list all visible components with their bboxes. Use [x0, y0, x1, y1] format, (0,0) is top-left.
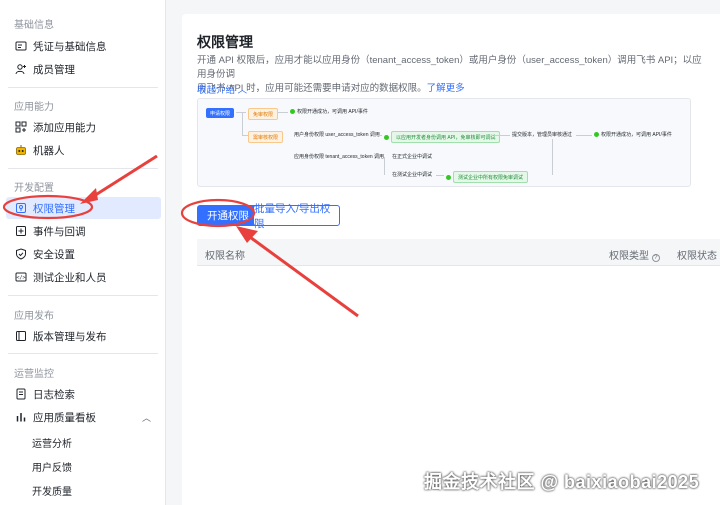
group-title-capabilities: 应用能力 [14, 102, 54, 113]
sidebar-item-label: 事件与回调 [33, 225, 86, 238]
sidebar-item-bot[interactable]: 机器人 [6, 139, 161, 161]
svg-text:</>: </> [16, 275, 25, 281]
collapse-intro-toggle[interactable]: 收起介绍 ︿ [197, 82, 247, 96]
divider [8, 168, 158, 169]
page-title: 权限管理 [197, 34, 253, 50]
sidebar-subitem-dev-quality[interactable]: 开发质量 [32, 483, 72, 498]
success-check-icon [290, 109, 295, 114]
sidebar-item-label: 应用质量看板 [33, 411, 96, 424]
flow-line [576, 135, 592, 136]
id-card-icon [15, 40, 27, 52]
group-title-basic: 基础信息 [14, 20, 54, 31]
permission-table-header: 权限名称 权限类型 ? 权限状态 [197, 239, 720, 266]
success-text-2: 权限开通成功，可调用 API/事件 [601, 132, 672, 138]
flow-line [242, 135, 248, 136]
test-icon: </> [15, 271, 27, 283]
collapse-intro-label: 收起介绍 [197, 85, 236, 96]
sidebar-item-events[interactable]: 事件与回调 [6, 220, 161, 242]
sidebar-item-label: 机器人 [33, 144, 65, 157]
divider [8, 87, 158, 88]
column-header-status: 权限状态 [677, 251, 717, 262]
enable-permission-button[interactable]: 开通权限 [197, 205, 259, 226]
sidebar-subitem-feedback[interactable]: 用户反馈 [32, 459, 72, 474]
sidebar-item-logs[interactable]: 日志检索 [6, 383, 161, 405]
sidebar-item-label: 添加应用能力 [33, 121, 96, 134]
sidebar-item-members[interactable]: 成员管理 [6, 58, 161, 80]
needs-review-tag: 需审核权限 [248, 131, 284, 143]
sidebar-item-add-capability[interactable]: 添加应用能力 [6, 116, 161, 138]
debug-check-icon [384, 134, 389, 140]
flow-line [384, 157, 385, 175]
sidebar-item-label: 测试企业和人员 [33, 271, 107, 284]
key-icon [15, 202, 27, 214]
sidebar-item-label: 凭证与基础信息 [33, 40, 107, 53]
user-token-text: 用户身份权限 user_access_token 调用 [294, 132, 380, 138]
sidebar-item-quality-board[interactable]: 应用质量看板 ︿ [6, 406, 161, 428]
sidebar-item-label: 日志检索 [33, 388, 75, 401]
robot-icon [15, 144, 27, 156]
debug-text: 以应用开发者身份调用 API，免审核即可调试 [391, 131, 501, 143]
group-title-release: 应用发布 [14, 311, 54, 322]
submit-text: 提交版本，管理员审核通过 [512, 132, 573, 138]
sidebar-item-versions[interactable]: 版本管理与发布 [6, 325, 161, 347]
group-title-monitoring: 运营监控 [14, 369, 54, 380]
user-add-icon [15, 63, 27, 75]
watermark: 掘金技术社区 @ baixiaobai2025 [424, 472, 700, 492]
flow-line [236, 112, 246, 113]
formal-debug-text: 在正式企业中调试 [392, 154, 433, 160]
page-description: 开通 API 权限后，应用才能以应用身份（tenant_access_token… [197, 54, 707, 96]
batch-import-export-button[interactable]: 批量导入/导出权限 [253, 203, 340, 230]
shield-icon [15, 248, 27, 260]
sidebar: 基础信息 凭证与基础信息 成员管理 应用能力 添加应用能力 机器人 开发配置 权… [0, 0, 166, 505]
test-free-check-icon [446, 174, 451, 180]
app-token-text: 应用身份权限 tenant_access_token 调用 [294, 154, 385, 160]
sidebar-subitem-ops-analysis[interactable]: 运营分析 [32, 435, 72, 450]
apply-permission-tag: 申请权限 [206, 108, 235, 118]
flow-line [242, 112, 243, 135]
log-icon [15, 388, 27, 400]
apps-add-icon [15, 121, 27, 133]
success-text: 权限开通成功，可调用 API/事件 [297, 109, 368, 115]
divider [8, 295, 158, 296]
column-header-name: 权限名称 [205, 251, 245, 262]
sidebar-item-label: 版本管理与发布 [33, 330, 107, 343]
group-title-dev-config: 开发配置 [14, 183, 54, 194]
chart-icon [15, 411, 27, 423]
test-free-text: 测试企业中所有权限免审调试 [453, 171, 529, 183]
learn-more-link[interactable]: 了解更多 [427, 83, 465, 94]
flow-line [552, 139, 553, 175]
column-header-type-label: 权限类型 [609, 251, 649, 262]
no-review-tag: 免审权限 [248, 108, 279, 120]
sidebar-item-label: 权限管理 [33, 202, 75, 215]
permission-flow-diagram: 申请权限 免审权限 权限开通成功，可调用 API/事件 需审核权限 用户身份权限… [197, 98, 691, 187]
test-enterprise-debug-text: 在测试企业中调试 [392, 172, 433, 178]
success-check-icon-2 [594, 132, 599, 137]
main-panel: 权限管理 开通 API 权限后，应用才能以应用身份（tenant_access_… [182, 14, 720, 505]
divider [8, 353, 158, 354]
column-header-type: 权限类型 ? [609, 247, 660, 262]
sidebar-item-label: 安全设置 [33, 248, 75, 261]
flow-line [436, 175, 444, 176]
version-icon [15, 330, 27, 342]
sidebar-item-test-enterprise[interactable]: </> 测试企业和人员 [6, 266, 161, 288]
sidebar-item-security[interactable]: 安全设置 [6, 243, 161, 265]
description-line-1: 开通 API 权限后，应用才能以应用身份（tenant_access_token… [197, 55, 702, 80]
flow-line [278, 112, 288, 113]
flow-line [494, 135, 510, 136]
chevron-up-icon: ︿ [237, 85, 248, 96]
chevron-up-icon[interactable]: ︿ [142, 411, 151, 424]
sidebar-item-permissions[interactable]: 权限管理 [6, 197, 161, 219]
flow-line [374, 135, 382, 136]
event-icon [15, 225, 27, 237]
sidebar-item-label: 成员管理 [33, 63, 75, 76]
help-icon[interactable]: ? [651, 254, 660, 262]
sidebar-item-credentials[interactable]: 凭证与基础信息 [6, 35, 161, 57]
